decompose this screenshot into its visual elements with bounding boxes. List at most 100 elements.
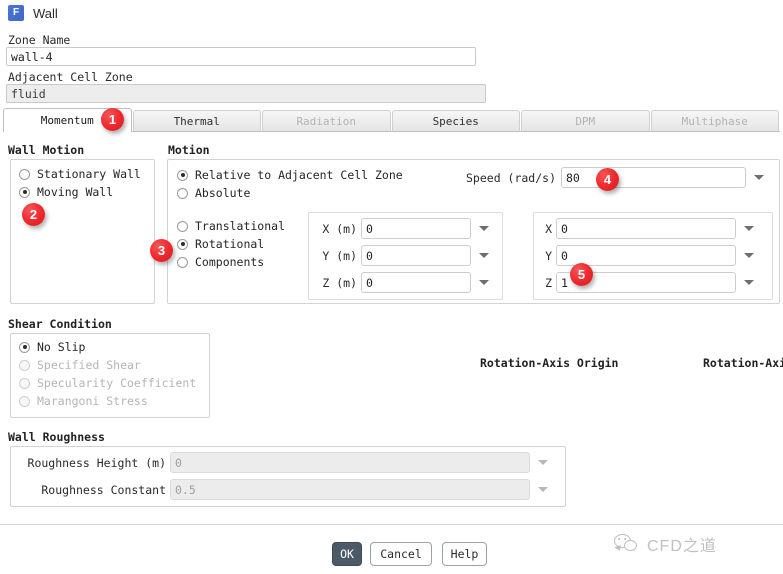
radio-indicator bbox=[19, 360, 30, 371]
direction-z-label: Z bbox=[540, 276, 552, 290]
radio-stationary-wall[interactable]: Stationary Wall bbox=[19, 167, 141, 181]
radio-indicator bbox=[177, 221, 188, 232]
annotation-badge-1: 1 bbox=[101, 108, 124, 131]
chevron-down-icon[interactable] bbox=[751, 167, 767, 188]
radio-translational[interactable]: Translational bbox=[177, 219, 285, 233]
radio-indicator bbox=[19, 342, 30, 353]
origin-x-input[interactable]: 0 bbox=[361, 218, 471, 239]
chevron-down-icon bbox=[535, 452, 551, 473]
radio-label: Moving Wall bbox=[37, 185, 113, 199]
wall-roughness-panel: Roughness Height (m) 0 Roughness Constan… bbox=[10, 446, 566, 507]
origin-z-label: Z (m) bbox=[315, 276, 357, 290]
roughness-height-row: Roughness Height (m) 0 bbox=[16, 452, 551, 473]
radio-indicator bbox=[177, 257, 188, 268]
origin-z-row: Z (m) 0 bbox=[315, 272, 492, 293]
tab-dpm[interactable]: DPM bbox=[521, 110, 650, 132]
radio-indicator bbox=[19, 378, 30, 389]
rotation-axis-origin-panel: X (m) 0 Y (m) 0 Z (m) 0 bbox=[308, 212, 503, 300]
tab-multiphase[interactable]: Multiphase bbox=[651, 110, 780, 132]
roughness-constant-label: Roughness Constant bbox=[16, 483, 166, 497]
radio-label: No Slip bbox=[37, 340, 85, 354]
radio-rotational[interactable]: Rotational bbox=[177, 237, 264, 251]
origin-x-label: X (m) bbox=[315, 222, 357, 236]
watermark: CFD之道 bbox=[614, 524, 780, 564]
annotation-badge-5: 5 bbox=[570, 263, 593, 286]
radio-label: Rotational bbox=[195, 237, 264, 251]
roughness-height-input: 0 bbox=[170, 452, 530, 473]
radio-label: Relative to Adjacent Cell Zone bbox=[195, 168, 403, 182]
chevron-down-icon[interactable] bbox=[476, 218, 492, 239]
radio-components[interactable]: Components bbox=[177, 255, 264, 269]
chevron-down-icon[interactable] bbox=[741, 245, 757, 266]
annotation-badge-2: 2 bbox=[22, 203, 45, 226]
zone-name-label: Zone Name bbox=[8, 33, 70, 47]
origin-x-row: X (m) 0 bbox=[315, 218, 492, 239]
radio-indicator bbox=[19, 187, 30, 198]
chevron-down-icon bbox=[535, 479, 551, 500]
wall-motion-title: Wall Motion bbox=[8, 143, 84, 157]
annotation-badge-3: 3 bbox=[150, 239, 173, 262]
adjacent-cell-zone-label: Adjacent Cell Zone bbox=[8, 70, 133, 84]
zone-name-input[interactable]: wall-4 bbox=[6, 47, 476, 66]
radio-marangoni-stress[interactable]: Marangoni Stress bbox=[19, 394, 148, 408]
window-title: Wall bbox=[33, 6, 58, 21]
chevron-down-icon[interactable] bbox=[476, 272, 492, 293]
radio-indicator bbox=[19, 396, 30, 407]
direction-y-row: Y 0 bbox=[540, 245, 757, 266]
origin-z-input[interactable]: 0 bbox=[361, 272, 471, 293]
radio-specularity-coefficient[interactable]: Specularity Coefficient bbox=[19, 376, 196, 390]
wall-motion-panel: Stationary Wall Moving Wall bbox=[10, 159, 155, 304]
radio-label: Stationary Wall bbox=[37, 167, 141, 181]
radio-label: Specified Shear bbox=[37, 358, 141, 372]
direction-x-input[interactable]: 0 bbox=[556, 218, 736, 239]
rotation-axis-origin-title: Rotation-Axis Origin bbox=[480, 356, 618, 370]
wechat-logo-icon bbox=[614, 533, 640, 555]
roughness-constant-row: Roughness Constant 0.5 bbox=[16, 479, 551, 500]
annotation-badge-4: 4 bbox=[596, 168, 619, 191]
help-button[interactable]: Help bbox=[442, 542, 487, 566]
chevron-down-icon[interactable] bbox=[741, 218, 757, 239]
wall-boundary-condition-dialog: F Wall Zone Name wall-4 Adjacent Cell Zo… bbox=[0, 0, 783, 574]
ok-button[interactable]: OK bbox=[332, 542, 362, 566]
radio-indicator bbox=[19, 169, 30, 180]
radio-moving-wall[interactable]: Moving Wall bbox=[19, 185, 113, 199]
chevron-down-icon[interactable] bbox=[741, 272, 757, 293]
tab-thermal[interactable]: Thermal bbox=[133, 110, 262, 132]
watermark-text: CFD之道 bbox=[647, 532, 717, 556]
roughness-constant-input: 0.5 bbox=[170, 479, 530, 500]
origin-y-row: Y (m) 0 bbox=[315, 245, 492, 266]
rotation-axis-direction-panel: X 0 Y 0 Z 1 bbox=[533, 212, 773, 300]
rotation-axis-direction-title: Rotation-Axis Direction bbox=[703, 356, 783, 370]
motion-panel: Relative to Adjacent Cell Zone Absolute … bbox=[167, 159, 780, 304]
shear-condition-title: Shear Condition bbox=[8, 317, 112, 331]
radio-specified-shear[interactable]: Specified Shear bbox=[19, 358, 141, 372]
speed-label: Speed (rad/s) bbox=[466, 171, 556, 185]
origin-y-input[interactable]: 0 bbox=[361, 245, 471, 266]
radio-absolute[interactable]: Absolute bbox=[177, 186, 250, 200]
radio-indicator bbox=[177, 188, 188, 199]
radio-indicator bbox=[177, 239, 188, 250]
speed-input[interactable]: 80 bbox=[561, 167, 746, 188]
motion-title: Motion bbox=[168, 143, 210, 157]
radio-label: Absolute bbox=[195, 186, 250, 200]
wall-roughness-title: Wall Roughness bbox=[8, 430, 105, 444]
radio-no-slip[interactable]: No Slip bbox=[19, 340, 85, 354]
cancel-button[interactable]: Cancel bbox=[370, 542, 432, 566]
origin-y-label: Y (m) bbox=[315, 249, 357, 263]
chevron-down-icon[interactable] bbox=[476, 245, 492, 266]
fluent-app-icon: F bbox=[8, 5, 24, 21]
tab-species[interactable]: Species bbox=[392, 110, 521, 132]
roughness-height-label: Roughness Height (m) bbox=[16, 456, 166, 470]
title-bar: F Wall bbox=[0, 0, 783, 26]
radio-label: Translational bbox=[195, 219, 285, 233]
direction-x-label: X bbox=[540, 222, 552, 236]
direction-x-row: X 0 bbox=[540, 218, 757, 239]
adjacent-cell-zone-value: fluid bbox=[6, 84, 486, 103]
radio-relative-to-adjacent-cell-zone[interactable]: Relative to Adjacent Cell Zone bbox=[177, 168, 403, 182]
radio-label: Components bbox=[195, 255, 264, 269]
radio-label: Marangoni Stress bbox=[37, 394, 148, 408]
direction-y-label: Y bbox=[540, 249, 552, 263]
radio-label: Specularity Coefficient bbox=[37, 376, 196, 390]
shear-condition-panel: No Slip Specified Shear Specularity Coef… bbox=[10, 333, 210, 418]
tab-radiation[interactable]: Radiation bbox=[262, 110, 391, 132]
